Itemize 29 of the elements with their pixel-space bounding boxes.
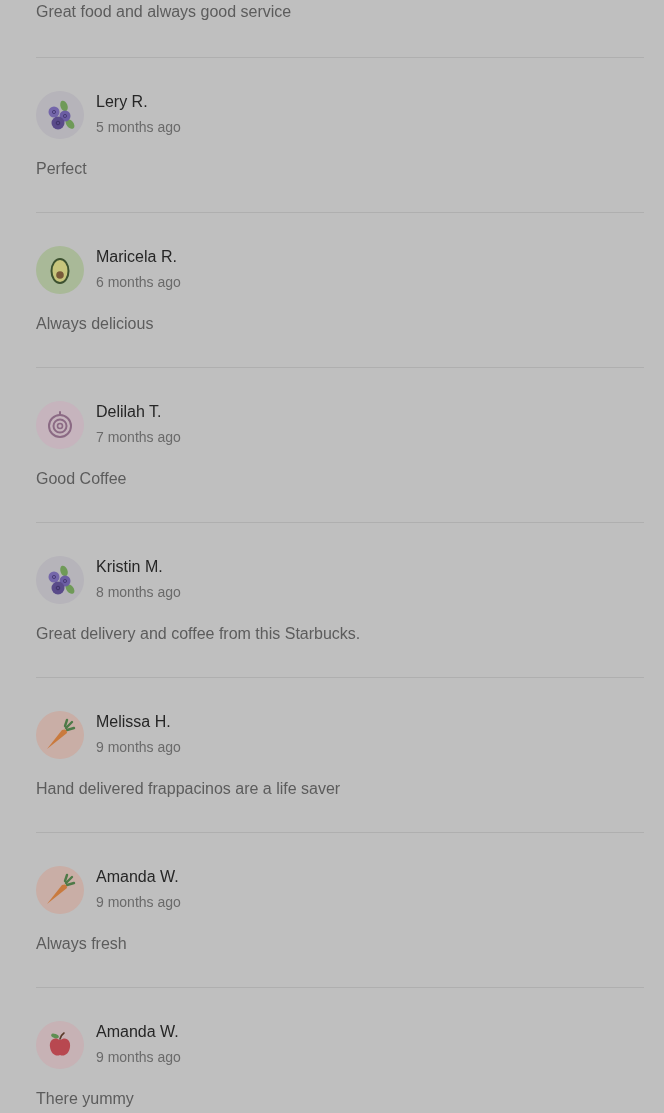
review-text: Always delicious — [36, 314, 155, 334]
carrot-icon — [36, 711, 84, 759]
review-text: Good Coffee — [36, 469, 128, 489]
reviewer-name: Amanda W. — [96, 1022, 180, 1042]
review-text: Hand delivered frappacinos are a life saver — [36, 779, 342, 799]
reviewer-name: Melissa H. — [96, 712, 172, 732]
reviewer-name: Maricela R. — [96, 247, 178, 267]
review-time: 6 months ago — [96, 274, 181, 290]
carrot-icon — [36, 866, 84, 914]
review-text: Great food and always good service — [36, 2, 293, 22]
review-text: Great delivery and coffee from this Starbucks. — [36, 624, 362, 644]
review-time: 9 months ago — [96, 894, 181, 910]
review-time: 9 months ago — [96, 1049, 181, 1065]
blueberries-icon — [36, 91, 84, 139]
avocado-icon — [36, 246, 84, 294]
review-time: 9 months ago — [96, 739, 181, 755]
review-text: There yummy — [36, 1089, 135, 1109]
blueberries-icon — [36, 556, 84, 604]
reviewer-name: Kristin M. — [96, 557, 164, 577]
onion-icon — [36, 401, 84, 449]
reviewer-name: Delilah T. — [96, 402, 163, 422]
review-text: Always fresh — [36, 934, 128, 954]
review-time: 7 months ago — [96, 429, 181, 445]
reviewer-name: Amanda W. — [96, 867, 180, 887]
review-text: Perfect — [36, 159, 88, 179]
reviewer-name: Lery R. — [96, 92, 149, 112]
review-time: 8 months ago — [96, 584, 181, 600]
apple-icon — [36, 1021, 84, 1069]
review-time: 5 months ago — [96, 119, 181, 135]
